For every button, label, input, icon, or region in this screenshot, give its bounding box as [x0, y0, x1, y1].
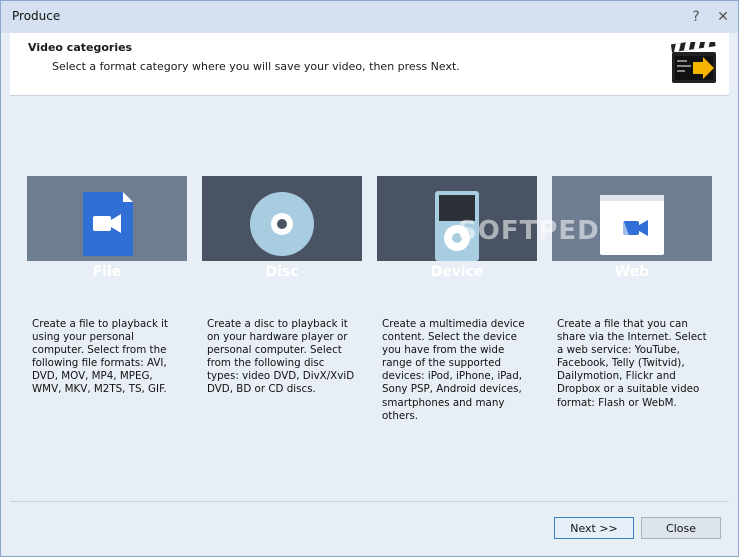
close-icon: ✕ [717, 9, 729, 25]
disc-icon [202, 176, 362, 261]
category-tile-file[interactable]: File [27, 176, 187, 296]
file-video-icon [27, 176, 187, 261]
close-button[interactable]: Close [641, 517, 721, 539]
title-bar: Produce ? ✕ [1, 1, 738, 33]
header-panel: Video categories Select a format categor… [10, 33, 729, 96]
category-label-web: Web [614, 264, 650, 280]
category-description-device: Create a multimedia device content. Sele… [382, 318, 525, 422]
categories-area: File Disc Device Web SOFTPEDIA Create a … [10, 96, 729, 501]
header-title: Video categories [28, 41, 133, 54]
help-button[interactable]: ? [685, 7, 707, 27]
close-window-button[interactable]: ✕ [712, 7, 734, 27]
category-tile-disc[interactable]: Disc [202, 176, 362, 296]
next-button[interactable]: Next >> [554, 517, 634, 539]
header-subtitle: Select a format category where you will … [52, 60, 460, 73]
category-label-disc: Disc [265, 264, 299, 280]
category-description-file: Create a file to playback it using your … [32, 318, 169, 396]
watermark: SOFTPEDIA [458, 216, 632, 246]
clapperboard-arrow-icon [671, 42, 716, 83]
category-label-device: Device [430, 264, 484, 280]
window-title: Produce [12, 9, 61, 23]
produce-dialog: Produce ? ✕ Video categories Select a fo… [0, 0, 739, 557]
category-label-file: File [92, 264, 122, 280]
category-description-disc: Create a disc to playback it on your har… [207, 318, 355, 396]
help-icon: ? [692, 9, 700, 25]
dialog-footer: Next >> Close [10, 501, 729, 552]
category-description-web: Create a file that you can share via the… [557, 318, 707, 409]
